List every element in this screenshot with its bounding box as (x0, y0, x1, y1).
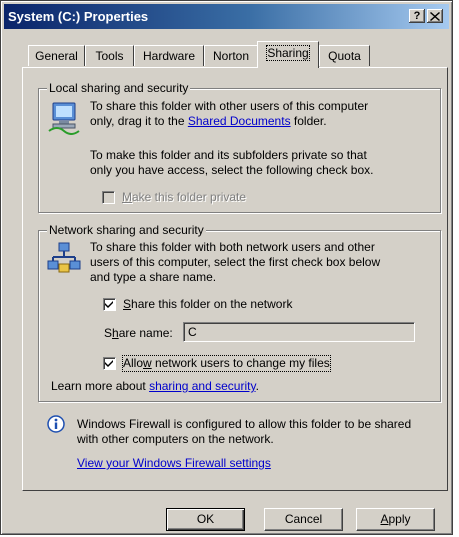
apply-button[interactable]: Apply (356, 508, 435, 531)
firewall-text-line2: with other computers on the network. (77, 432, 274, 446)
computer-network-icon (48, 102, 80, 135)
checkmark-icon (105, 301, 113, 308)
learn-more-text: Learn more about sharing and security. (51, 379, 259, 393)
allow-change-label: Allow network users to change my files (122, 355, 331, 372)
tab-sharing-label: Sharing (266, 45, 310, 61)
close-icon (430, 12, 440, 21)
local-text-line2: only, drag it to the Shared Documents fo… (90, 114, 327, 128)
sharing-security-link[interactable]: sharing and security (149, 379, 256, 393)
title-bar[interactable]: System (C:) Properties ? (4, 4, 449, 29)
tab-quota[interactable]: Quota (319, 45, 370, 66)
network-share-icon (47, 242, 81, 273)
share-folder-label: Share this folder on the network (123, 297, 293, 311)
window-title: System (C:) Properties (8, 9, 149, 24)
firewall-settings-link[interactable]: View your Windows Firewall settings (77, 456, 271, 471)
cancel-button[interactable]: Cancel (264, 508, 343, 531)
info-icon (47, 415, 65, 433)
tab-strip: General Tools Hardware Norton Sharing Qu… (28, 41, 448, 68)
firewall-text-line1: Windows Firewall is configured to allow … (77, 417, 412, 431)
network-sharing-legend: Network sharing and security (47, 223, 206, 237)
make-private-checkbox[interactable] (102, 191, 115, 204)
ok-button[interactable]: OK (166, 508, 245, 531)
local-text-line1: To share this folder with other users of… (90, 99, 369, 113)
allow-change-checkbox[interactable] (103, 357, 116, 370)
properties-window: System (C:) Properties ? General Tools H… (0, 0, 453, 535)
local-sharing-legend: Local sharing and security (47, 81, 191, 95)
close-button[interactable] (427, 9, 443, 23)
shared-documents-link[interactable]: Shared Documents (188, 114, 291, 128)
make-private-label: Make this folder private (122, 190, 247, 204)
tab-tools[interactable]: Tools (85, 45, 134, 66)
help-button[interactable]: ? (409, 9, 425, 23)
tab-sharing[interactable]: Sharing (257, 41, 319, 68)
tab-general[interactable]: General (28, 45, 85, 66)
network-text-line1: To share this folder with both network u… (90, 240, 375, 254)
tab-hardware[interactable]: Hardware (134, 45, 204, 66)
checkmark-icon (105, 360, 113, 367)
share-name-label: Share name: (104, 326, 173, 340)
network-text-line3: and type a share name. (90, 270, 217, 284)
local-text-line3: To make this folder and its subfolders p… (90, 148, 367, 162)
tab-norton[interactable]: Norton (204, 45, 258, 66)
share-name-input[interactable]: C (183, 322, 415, 342)
network-text-line2: users of this computer, select the first… (90, 255, 381, 269)
local-text-line4: only you have access, select the followi… (90, 163, 374, 177)
share-folder-checkbox[interactable] (103, 298, 116, 311)
